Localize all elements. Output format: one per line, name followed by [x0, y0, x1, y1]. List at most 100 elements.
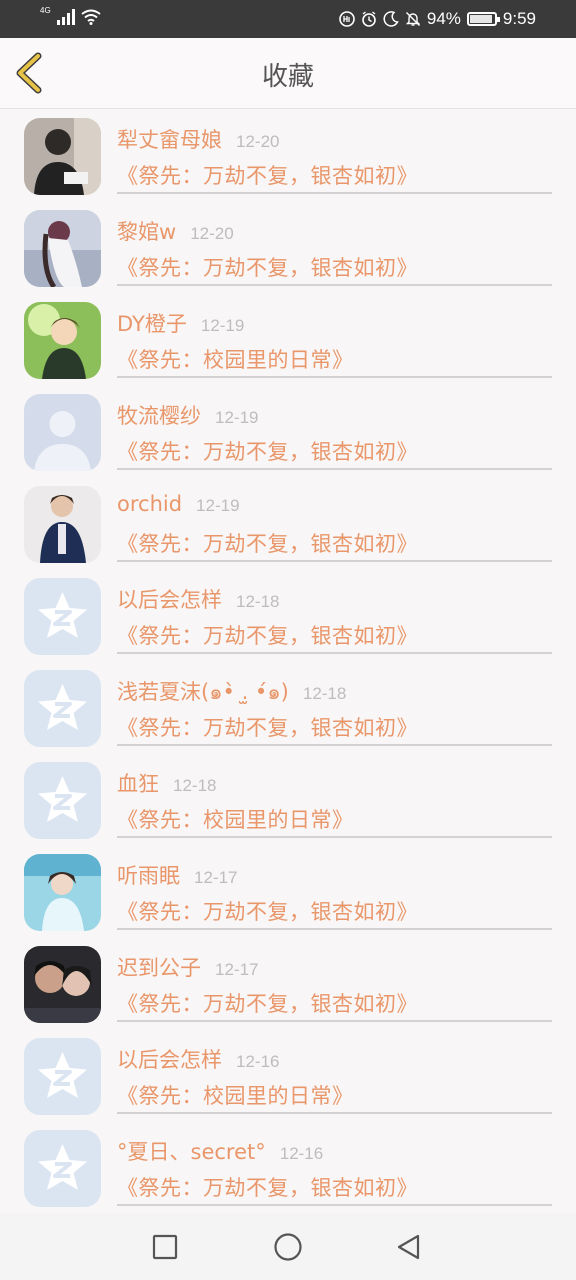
- alarm-icon: [362, 11, 376, 27]
- nickname[interactable]: 迟到公子: [117, 952, 201, 982]
- message[interactable]: 《祭先：万劫不复，银杏如初》: [117, 620, 418, 650]
- battery-percent: 94%: [426, 9, 461, 28]
- message[interactable]: 《祭先：万劫不复，银杏如初》: [117, 436, 418, 466]
- list-item[interactable]: 听雨眠 12-17 《祭先：万劫不复，银杏如初》: [0, 846, 576, 938]
- system-nav-bar: [0, 1213, 576, 1280]
- nickname[interactable]: 犁丈畲母娘: [117, 124, 222, 154]
- date: 12-19: [215, 408, 259, 427]
- nick-line: 血狂 12-18: [117, 768, 216, 798]
- nick-line: °夏日、secret° 12-16: [117, 1136, 323, 1166]
- avatar[interactable]: [24, 118, 101, 195]
- nickname[interactable]: 黎婠w: [117, 216, 176, 246]
- avatar[interactable]: [24, 1130, 101, 1207]
- avatar[interactable]: [24, 854, 101, 931]
- nick-line: 犁丈畲母娘 12-20: [117, 124, 279, 154]
- battery-level: [469, 15, 493, 23]
- bell-off-icon: [405, 12, 421, 26]
- nickname[interactable]: orchid: [117, 492, 182, 516]
- home-circle-icon[interactable]: [272, 1231, 304, 1263]
- nickname[interactable]: 以后会怎样: [117, 1044, 222, 1074]
- divider: [117, 1112, 552, 1114]
- avatar[interactable]: [24, 578, 101, 655]
- divider: [117, 1020, 552, 1022]
- wifi-icon: [81, 9, 101, 25]
- avatar[interactable]: [24, 486, 101, 563]
- avatar[interactable]: [24, 946, 101, 1023]
- date: 12-19: [196, 496, 240, 515]
- page-title: 收藏: [261, 62, 314, 92]
- divider: [117, 376, 552, 378]
- divider: [117, 284, 552, 286]
- list-item[interactable]: 以后会怎样 12-18 《祭先：万劫不复，银杏如初》: [0, 570, 576, 662]
- message[interactable]: 《祭先：万劫不复，银杏如初》: [117, 1172, 418, 1202]
- status-time: 9:59: [502, 9, 536, 28]
- avatar[interactable]: [24, 762, 101, 839]
- nickname[interactable]: 血狂: [117, 768, 159, 798]
- nick-line: 听雨眠 12-17: [117, 860, 237, 890]
- back-triangle-icon[interactable]: [393, 1231, 425, 1263]
- message[interactable]: 《祭先：万劫不复，银杏如初》: [117, 896, 418, 926]
- list-item[interactable]: 浅若夏沫(๑•̀ .̫ •́๑) 12-18 《祭先：万劫不复，银杏如初》: [0, 662, 576, 754]
- message[interactable]: 《祭先：万劫不复，银杏如初》: [117, 528, 418, 558]
- hd-icon: [339, 11, 355, 27]
- list-item[interactable]: 血狂 12-18 《祭先：校园里的日常》: [0, 754, 576, 846]
- date: 12-18: [173, 776, 217, 795]
- date: 12-20: [236, 132, 280, 151]
- recent-apps-square-icon[interactable]: [149, 1231, 181, 1263]
- nickname[interactable]: 以后会怎样: [117, 584, 222, 614]
- message[interactable]: 《祭先：万劫不复，银杏如初》: [117, 712, 418, 742]
- list-item[interactable]: DY橙子 12-19 《祭先：校园里的日常》: [0, 294, 576, 386]
- date: 12-17: [215, 960, 259, 979]
- nick-line: 以后会怎样 12-16: [117, 1044, 279, 1074]
- favorites-list: 犁丈畲母娘 12-20 《祭先：万劫不复，银杏如初》 黎婠w 12-20 《祭先：万劫不复…: [0, 110, 576, 1214]
- divider: [117, 744, 552, 746]
- network-type: 4G: [40, 6, 51, 15]
- avatar[interactable]: [24, 670, 101, 747]
- nick-line: 浅若夏沫(๑•̀ .̫ •́๑) 12-18: [117, 676, 346, 709]
- list-item[interactable]: orchid 12-19 《祭先：万劫不复，银杏如初》: [0, 478, 576, 570]
- date: 12-17: [194, 868, 238, 887]
- message[interactable]: 《祭先：万劫不复，银杏如初》: [117, 988, 418, 1018]
- status-left: 4G: [40, 6, 101, 25]
- divider: [117, 836, 552, 838]
- date: 12-18: [302, 684, 347, 703]
- list-item[interactable]: °夏日、secret° 12-16 《祭先：万劫不复，银杏如初》: [0, 1122, 576, 1214]
- nick-line: orchid 12-19: [117, 492, 240, 516]
- message[interactable]: 《祭先：校园里的日常》: [117, 344, 354, 374]
- nickname[interactable]: DY橙子: [117, 308, 187, 338]
- list-item[interactable]: 牧流樱纱 12-19 《祭先：万劫不复，银杏如初》: [0, 386, 576, 478]
- list-item[interactable]: 以后会怎样 12-16 《祭先：校园里的日常》: [0, 1030, 576, 1122]
- message[interactable]: 《祭先：校园里的日常》: [117, 1080, 354, 1110]
- message[interactable]: 《祭先：万劫不复，银杏如初》: [117, 160, 418, 190]
- nick-line: 迟到公子 12-17: [117, 952, 258, 982]
- date: 12-16: [236, 1052, 280, 1071]
- avatar[interactable]: [24, 210, 101, 287]
- signal-icon: [56, 9, 75, 25]
- avatar[interactable]: [24, 1038, 101, 1115]
- list-item[interactable]: 黎婠w 12-20 《祭先：万劫不复，银杏如初》: [0, 202, 576, 294]
- date: 12-18: [236, 592, 280, 611]
- nickname[interactable]: °夏日、secret°: [117, 1136, 266, 1166]
- nick-line: DY橙子 12-19: [117, 308, 244, 338]
- divider: [117, 468, 552, 470]
- divider: [117, 928, 552, 930]
- battery-icon: [466, 12, 500, 26]
- message[interactable]: 《祭先：校园里的日常》: [117, 804, 354, 834]
- nick-line: 以后会怎样 12-18: [117, 584, 279, 614]
- divider: [117, 560, 552, 562]
- avatar[interactable]: [24, 394, 101, 471]
- divider: [117, 192, 552, 194]
- nickname[interactable]: 牧流樱纱: [117, 400, 201, 430]
- nickname[interactable]: 浅若夏沫(๑•̀ .̫ •́๑): [117, 676, 289, 709]
- divider: [117, 652, 552, 654]
- status-bar: 4G 94% 9:59: [0, 0, 576, 38]
- app-header: 收藏: [0, 38, 576, 109]
- date: 12-19: [200, 316, 245, 335]
- message[interactable]: 《祭先：万劫不复，银杏如初》: [117, 252, 418, 282]
- date: 12-16: [279, 1144, 324, 1163]
- list-item[interactable]: 犁丈畲母娘 12-20 《祭先：万劫不复，银杏如初》: [0, 110, 576, 202]
- status-right: 94% 9:59: [339, 9, 536, 29]
- avatar[interactable]: [24, 302, 101, 379]
- list-item[interactable]: 迟到公子 12-17 《祭先：万劫不复，银杏如初》: [0, 938, 576, 1030]
- nickname[interactable]: 听雨眠: [117, 860, 180, 890]
